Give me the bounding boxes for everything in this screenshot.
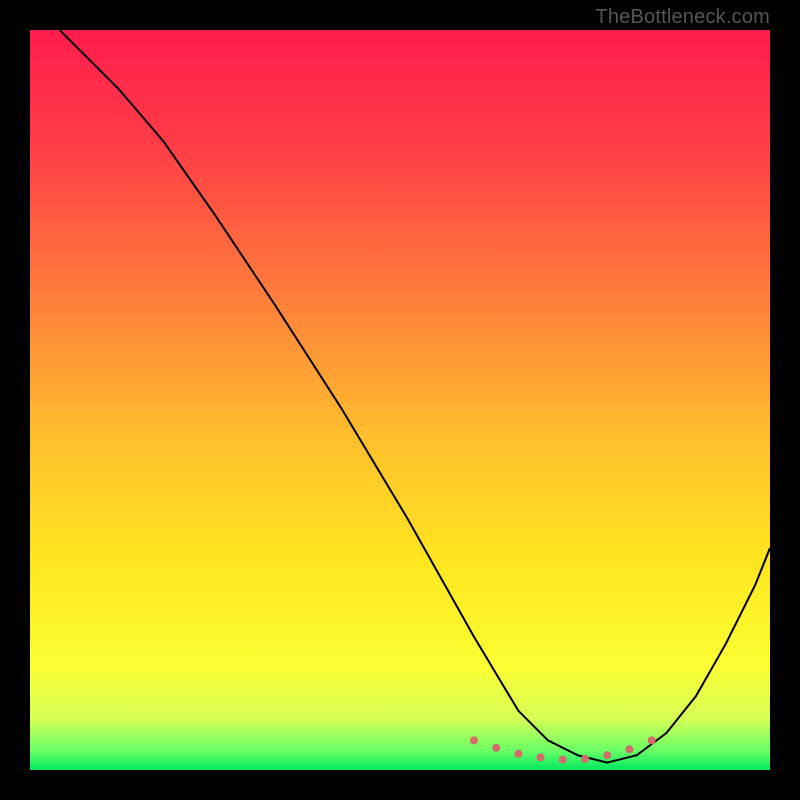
flat-zone-dot bbox=[648, 736, 656, 744]
flat-zone-dot bbox=[470, 736, 478, 744]
gradient-background bbox=[30, 30, 770, 770]
flat-zone-dot bbox=[603, 751, 611, 759]
flat-zone-dot bbox=[625, 745, 633, 753]
flat-zone-dot bbox=[581, 755, 589, 763]
flat-zone-dot bbox=[514, 750, 522, 758]
attribution-label: TheBottleneck.com bbox=[595, 6, 770, 29]
flat-zone-dot bbox=[492, 744, 500, 752]
flat-zone-dot bbox=[559, 756, 567, 764]
flat-zone-dot bbox=[537, 753, 545, 761]
chart-frame bbox=[30, 30, 770, 770]
bottleneck-chart bbox=[30, 30, 770, 770]
